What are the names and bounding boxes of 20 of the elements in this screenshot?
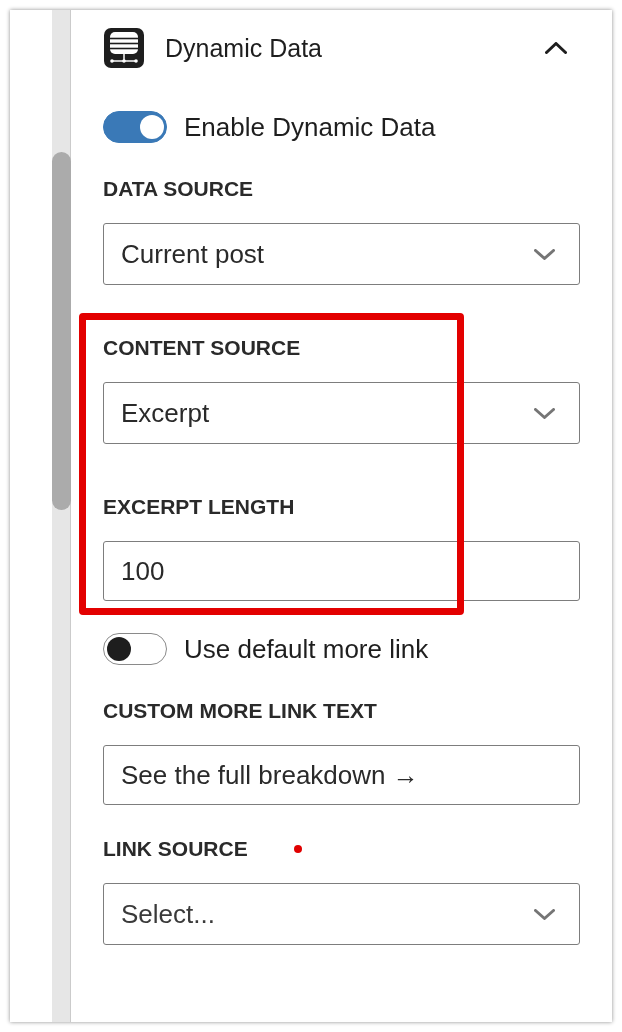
chevron-down-icon <box>534 248 555 260</box>
text-input[interactable]: See the full breakdown → <box>103 745 580 805</box>
text-input[interactable]: 100 <box>103 541 580 601</box>
field-label: LINK SOURCE <box>103 837 248 861</box>
field-label: CUSTOM MORE LINK TEXT <box>103 699 377 723</box>
database-icon <box>104 28 144 68</box>
select-dropdown[interactable]: Select... <box>103 883 580 945</box>
select-dropdown[interactable]: Excerpt <box>103 382 580 444</box>
field-label: DATA SOURCE <box>103 177 254 201</box>
toggle-switch[interactable] <box>103 633 167 665</box>
chevron-down-icon <box>534 908 555 920</box>
toggle-switch[interactable] <box>103 111 167 143</box>
chevron-down-icon <box>534 407 555 419</box>
field-label: EXCERPT LENGTH <box>103 495 295 519</box>
toggle-label: Enable Dynamic Data <box>184 111 436 143</box>
select-dropdown[interactable]: Current post <box>103 223 580 285</box>
scrollbar-thumb[interactable] <box>52 152 71 510</box>
field-label: CONTENT SOURCE <box>103 336 301 360</box>
panel-header[interactable]: Dynamic Data <box>103 26 580 70</box>
toggle-label: Use default more link <box>184 633 429 665</box>
